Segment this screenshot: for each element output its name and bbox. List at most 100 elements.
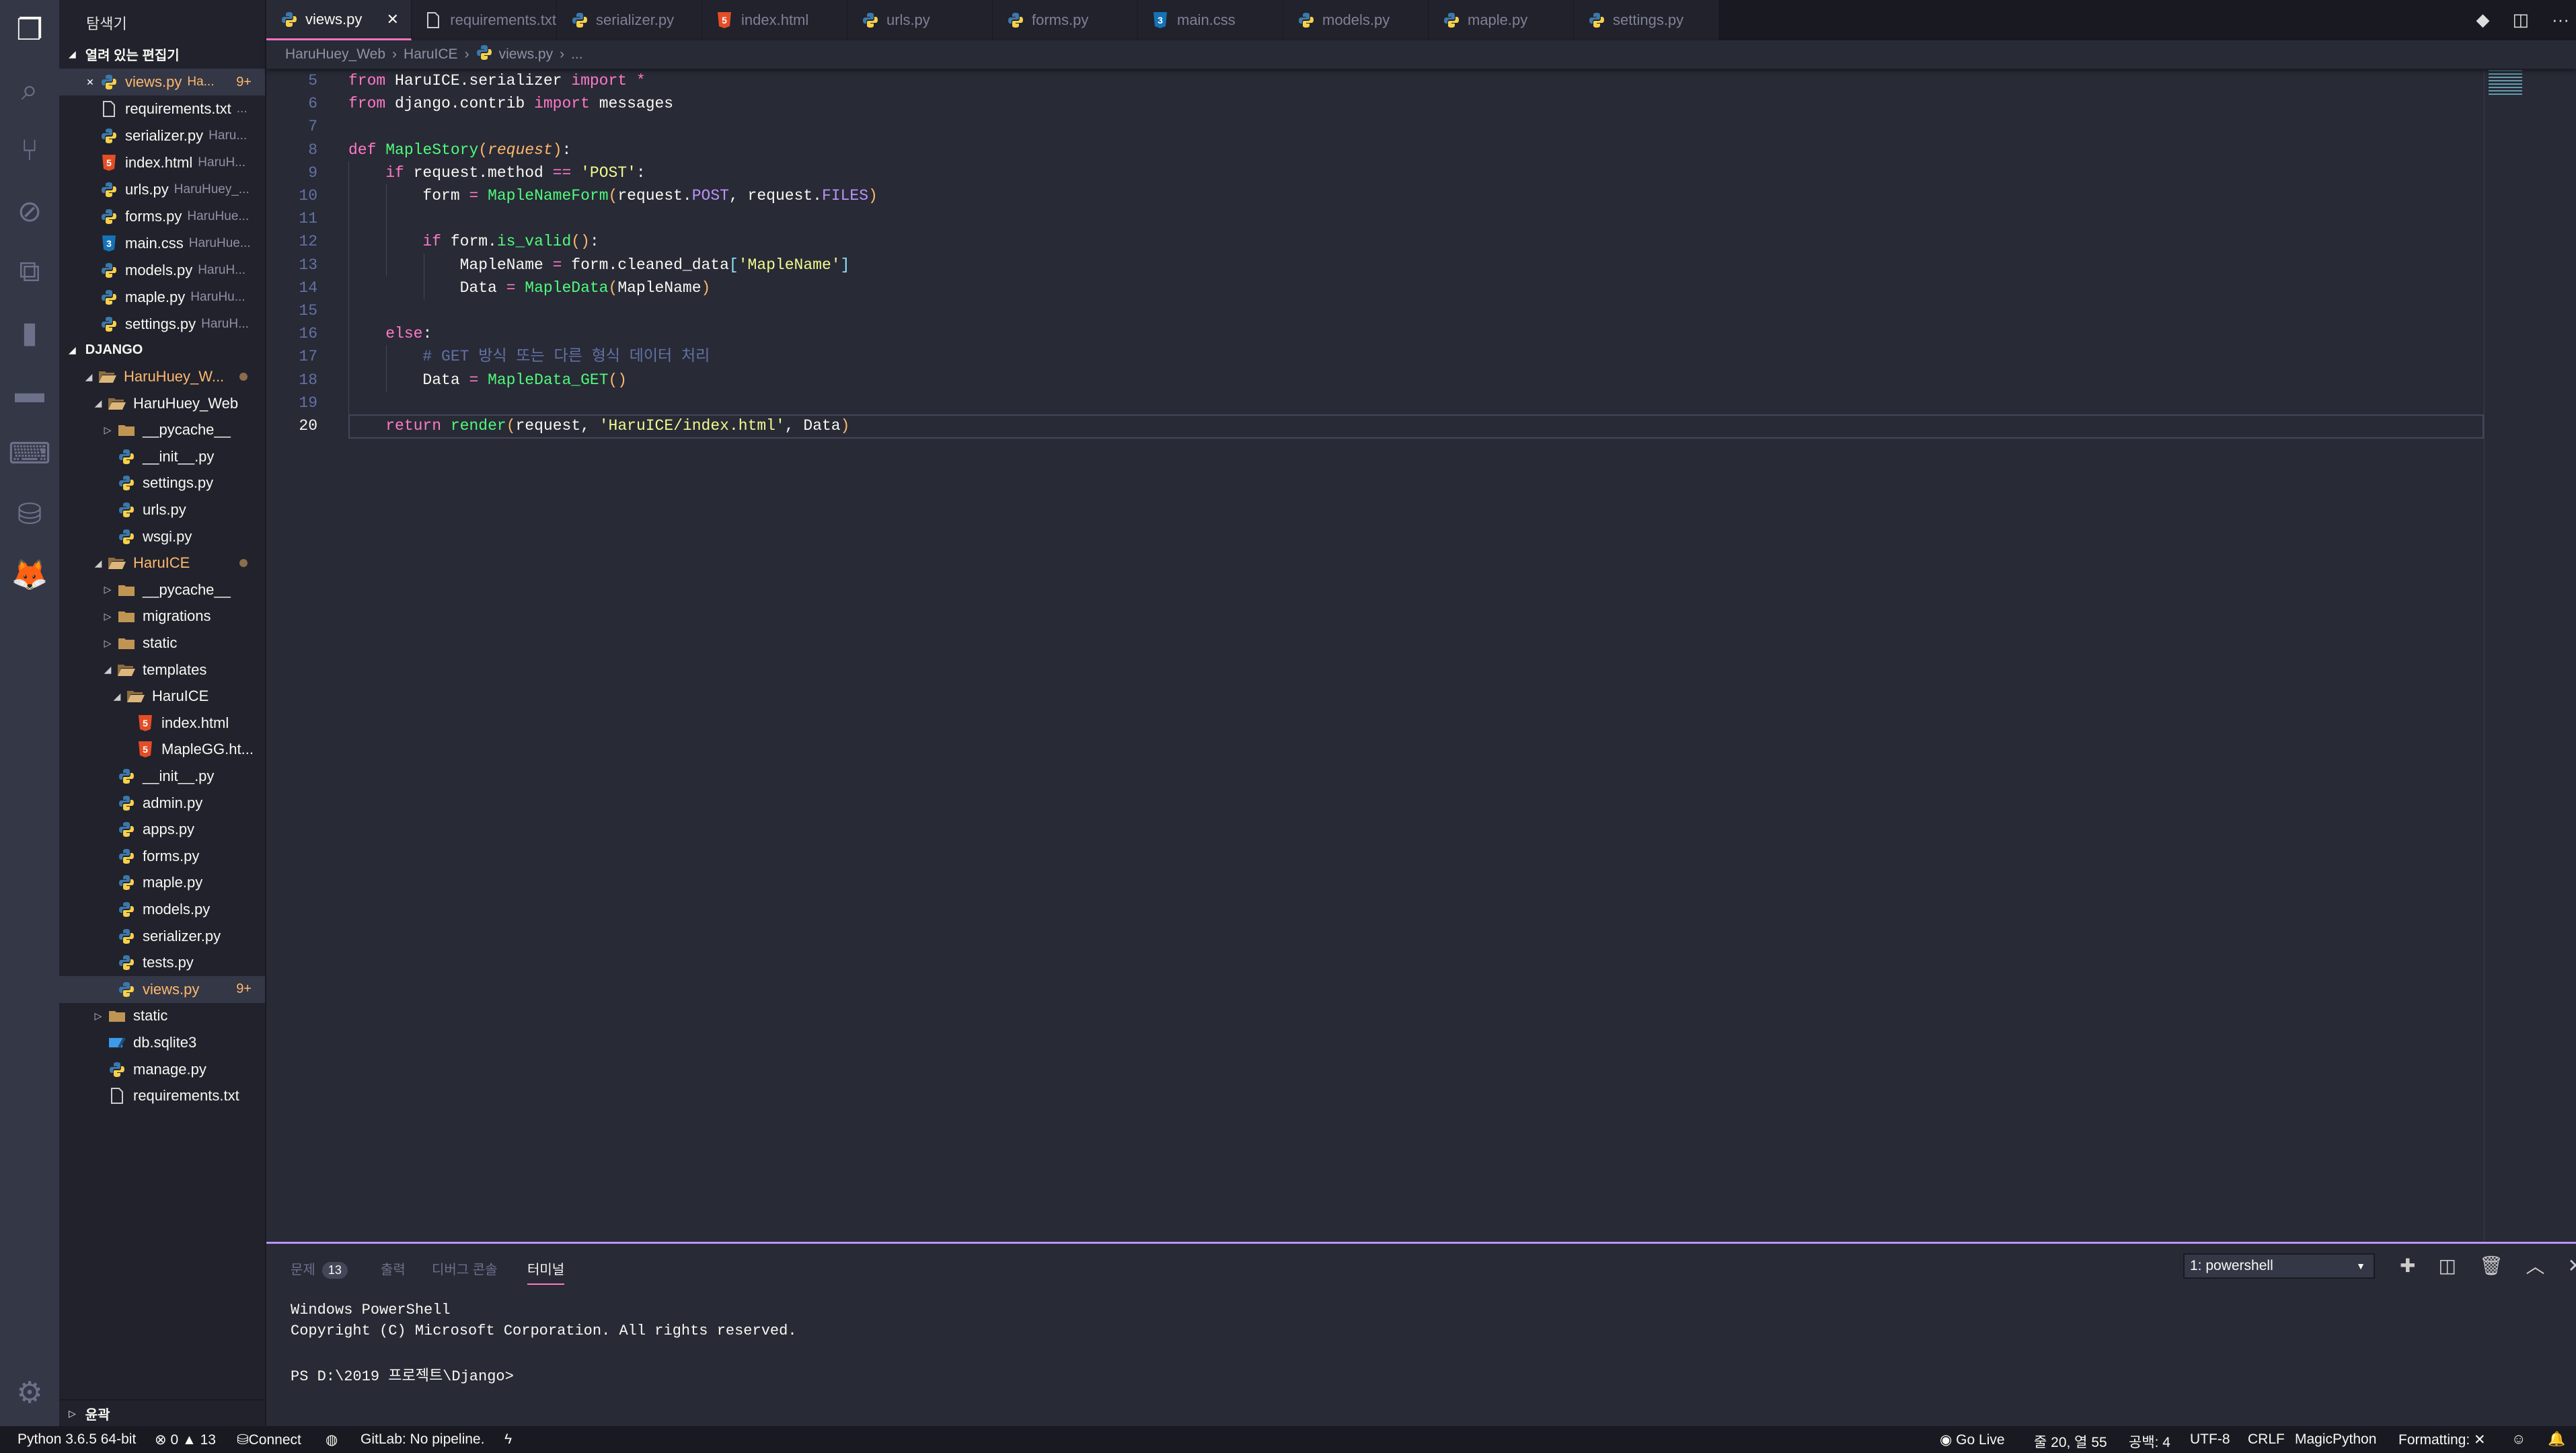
minimap[interactable] (2489, 70, 2522, 97)
gitlab-icon[interactable]: 🦊 (9, 554, 50, 595)
split-terminal-icon[interactable]: ◫ (2438, 1255, 2456, 1277)
tree-file[interactable]: models.py (59, 896, 265, 923)
breadcrumb-item[interactable]: HaruHuey_Web (285, 46, 385, 63)
tree-folder[interactable]: ◢ templates (59, 657, 265, 683)
tree-file[interactable]: 5 MapleGG.ht... (59, 736, 265, 763)
settings-gear-icon[interactable]: ⚙ (9, 1372, 50, 1413)
panel-tab[interactable]: 출력 (381, 1259, 406, 1278)
tree-folder[interactable]: ◢ HaruHuey_W... (59, 363, 265, 390)
breadcrumb-item[interactable]: HaruICE (404, 46, 458, 63)
open-editor-item[interactable]: models.py HaruH... (59, 257, 265, 284)
code-line[interactable]: 20 return render(request, 'HaruICE/index… (266, 414, 2486, 437)
code-line[interactable]: 19 (266, 392, 2486, 414)
tree-file[interactable]: settings.py (59, 470, 265, 496)
tree-folder[interactable]: ▷ static (59, 1002, 265, 1029)
panel-tab[interactable]: 터미널 (527, 1259, 565, 1285)
code-line[interactable]: 17 # GET 방식 또는 다른 형식 데이터 처리 (266, 345, 2486, 368)
tree-folder[interactable]: ▷ migrations (59, 603, 265, 630)
gitlab-status[interactable]: GitLab: No pipeline. (361, 1431, 484, 1448)
terminal-select[interactable]: 1: powershell ▼ (2183, 1253, 2375, 1279)
bookmark-icon[interactable]: ▮ (9, 312, 50, 352)
more-actions-icon[interactable]: ··· (2552, 9, 2569, 30)
split-editor-icon[interactable]: ◫ (2512, 9, 2529, 30)
feedback-smiley-icon[interactable]: ☺ (2511, 1431, 2526, 1448)
source-control-icon[interactable]: ⑂ (9, 131, 50, 171)
extensions-icon[interactable]: ⧉ (9, 252, 50, 292)
tree-file[interactable]: requirements.txt (59, 1082, 265, 1109)
code-line[interactable]: 14 Data = MapleData(MapleName) (266, 276, 2486, 299)
tree-file[interactable]: maple.py (59, 869, 265, 896)
problems-indicator[interactable]: ⊗ 0 ▲ 13 (155, 1431, 216, 1448)
cursor-position[interactable]: 줄 20, 열 55 (2034, 1431, 2107, 1452)
lightning-icon[interactable]: ϟ (504, 1431, 512, 1448)
tree-folder[interactable]: ◢ HaruICE (59, 683, 265, 710)
db-connect[interactable]: ⛁Connect (237, 1431, 301, 1448)
new-terminal-icon[interactable]: ✚ (2400, 1255, 2415, 1277)
terminal-icon[interactable]: ⌨ (8, 433, 51, 474)
code-line[interactable]: 15 (266, 299, 2486, 322)
code-line[interactable]: 9 if request.method == 'POST': (266, 161, 2486, 184)
tree-folder[interactable]: ▷ __pycache__ (59, 416, 265, 443)
code-line[interactable]: 16 else: (266, 322, 2486, 345)
tree-folder[interactable]: ◢ HaruICE (59, 550, 265, 576)
code-line[interactable]: 8 def MapleStory(request): (266, 139, 2486, 161)
trash-icon[interactable]: 🗑 (2479, 1255, 2503, 1277)
go-live-button[interactable]: ◉ Go Live (1940, 1431, 2005, 1448)
code-line[interactable]: 13 MapleName = form.cleaned_data['MapleN… (266, 254, 2486, 276)
panel-tab[interactable]: 디버그 콘솔 (432, 1259, 498, 1278)
tab-urls-py[interactable]: urls.py (847, 0, 993, 40)
open-editors-header[interactable]: ◢ 열려 있는 편집기 (59, 40, 265, 67)
maximize-panel-icon[interactable]: ︿ (2526, 1252, 2544, 1279)
open-editor-item[interactable]: 3 main.css HaruHue... (59, 230, 265, 257)
code-line[interactable]: 6 from django.contrib import messages (266, 92, 2486, 115)
tab-main-css[interactable]: 3 main.css (1138, 0, 1283, 40)
panel-tab[interactable]: 문제 13 (291, 1259, 348, 1279)
open-editor-item[interactable]: 5 index.html HaruH... (59, 149, 265, 176)
tree-file[interactable]: db.sqlite3 (59, 1029, 265, 1056)
tree-file[interactable]: urls.py (59, 496, 265, 523)
tree-file[interactable]: tests.py (59, 949, 265, 976)
tree-file[interactable]: serializer.py (59, 923, 265, 950)
tree-file[interactable]: views.py 9+ (59, 975, 265, 1003)
tree-folder[interactable]: ◢ HaruHuey_Web (59, 390, 265, 417)
open-editor-item[interactable]: maple.py HaruHu... (59, 284, 265, 311)
tree-file[interactable]: __init__.py (59, 443, 265, 470)
code-line[interactable]: 18 Data = MapleData_GET() (266, 369, 2486, 392)
tree-file[interactable]: 5 index.html (59, 710, 265, 737)
tab-maple-py[interactable]: maple.py (1429, 0, 1574, 40)
tree-file[interactable]: forms.py (59, 843, 265, 870)
files-icon[interactable]: ❐ (9, 9, 50, 50)
indentation[interactable]: 공백: 4 (2129, 1431, 2170, 1452)
breadcrumb-item[interactable]: ... (571, 46, 583, 63)
encoding[interactable]: UTF-8 (2190, 1431, 2230, 1448)
tree-file[interactable]: wsgi.py (59, 523, 265, 550)
line-ending[interactable]: CRLF (2248, 1431, 2285, 1448)
tab-settings-py[interactable]: settings.py (1574, 0, 1719, 40)
language-mode[interactable]: MagicPython (2295, 1431, 2376, 1448)
close-icon[interactable]: ✕ (387, 11, 399, 28)
open-editor-item[interactable]: forms.py HaruHue... (59, 203, 265, 230)
open-editor-item[interactable]: serializer.py Haru... (59, 122, 265, 149)
git-compare-icon[interactable]: ◆ (2476, 9, 2489, 30)
open-editor-item[interactable]: requirements.txt... (59, 96, 265, 122)
tree-file[interactable]: admin.py (59, 790, 265, 817)
breadcrumb-item[interactable]: views.py (499, 46, 554, 63)
tab-views-py[interactable]: views.py ✕ (266, 0, 412, 40)
tab-requirements-txt[interactable]: requirements.txt (412, 0, 557, 40)
tree-file[interactable]: apps.py (59, 816, 265, 843)
project-header[interactable]: ◢ DJANGO (59, 336, 265, 363)
close-icon[interactable]: ✕ (83, 77, 97, 88)
notifications-bell-icon[interactable]: 🔔 (2548, 1431, 2565, 1448)
code-line[interactable]: 10 form = MapleNameForm(request.POST, re… (266, 184, 2486, 207)
outline-header[interactable]: ▷ 윤곽 (59, 1399, 265, 1426)
tree-folder[interactable]: ▷ __pycache__ (59, 576, 265, 603)
tab-index-html[interactable]: 5 index.html (702, 0, 847, 40)
code-line[interactable]: 12 if form.is_valid(): (266, 230, 2486, 253)
code-line[interactable]: 11 (266, 207, 2486, 230)
code-line[interactable]: 5 from HaruICE.serializer import * (266, 69, 2486, 92)
database-icon[interactable]: ⛁ (9, 494, 50, 534)
tab-forms-py[interactable]: forms.py (993, 0, 1138, 40)
close-panel-icon[interactable]: ✕ (2568, 1255, 2576, 1277)
open-editor-item[interactable]: settings.py HaruH... (59, 311, 265, 338)
tree-folder[interactable]: ▷ static (59, 630, 265, 657)
